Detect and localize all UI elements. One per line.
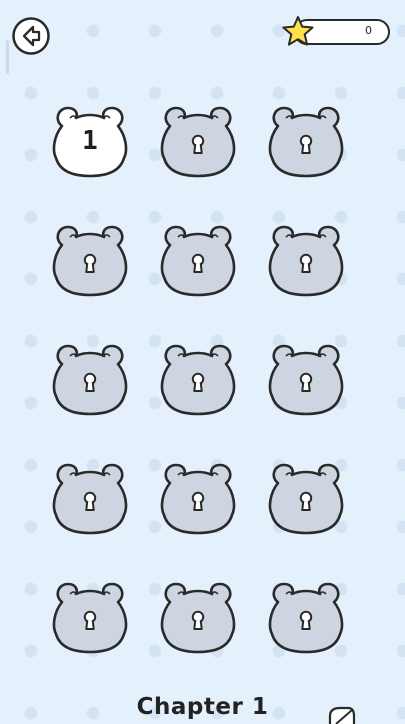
keyhole-icon	[83, 253, 97, 273]
keyhole-icon	[299, 610, 313, 630]
star-counter: 0	[280, 14, 392, 50]
level-button-locked[interactable]	[148, 330, 248, 430]
keyhole-icon	[191, 610, 205, 630]
level-button-locked[interactable]	[148, 92, 248, 192]
keyhole-icon	[191, 134, 205, 154]
level-button-locked[interactable]	[40, 330, 140, 430]
level-button-locked[interactable]	[256, 449, 356, 549]
level-button-locked[interactable]	[148, 449, 248, 549]
level-button-locked[interactable]	[256, 211, 356, 311]
keyhole-icon	[83, 491, 97, 511]
keyhole-icon	[191, 372, 205, 392]
keyhole-icon	[191, 253, 205, 273]
level-number: 1	[82, 126, 98, 156]
level-button-locked[interactable]	[40, 568, 140, 668]
level-button-locked[interactable]	[256, 92, 356, 192]
level-button-1[interactable]: 1	[40, 92, 140, 192]
back-button[interactable]	[11, 16, 51, 56]
keyhole-icon	[299, 372, 313, 392]
star-count: 0	[365, 24, 372, 37]
level-button-locked[interactable]	[256, 568, 356, 668]
level-button-locked[interactable]	[148, 211, 248, 311]
level-button-locked[interactable]	[40, 449, 140, 549]
keyhole-icon	[299, 134, 313, 154]
level-button-locked[interactable]	[256, 330, 356, 430]
keyhole-icon	[299, 253, 313, 273]
keyhole-icon	[191, 491, 205, 511]
arrow-left-icon	[12, 17, 50, 55]
partial-icon[interactable]	[326, 700, 356, 724]
left-edge-divider	[6, 40, 9, 74]
star-icon	[282, 16, 314, 46]
level-button-locked[interactable]	[40, 211, 140, 311]
keyhole-icon	[299, 491, 313, 511]
keyhole-icon	[83, 610, 97, 630]
keyhole-icon	[83, 372, 97, 392]
level-button-locked[interactable]	[148, 568, 248, 668]
